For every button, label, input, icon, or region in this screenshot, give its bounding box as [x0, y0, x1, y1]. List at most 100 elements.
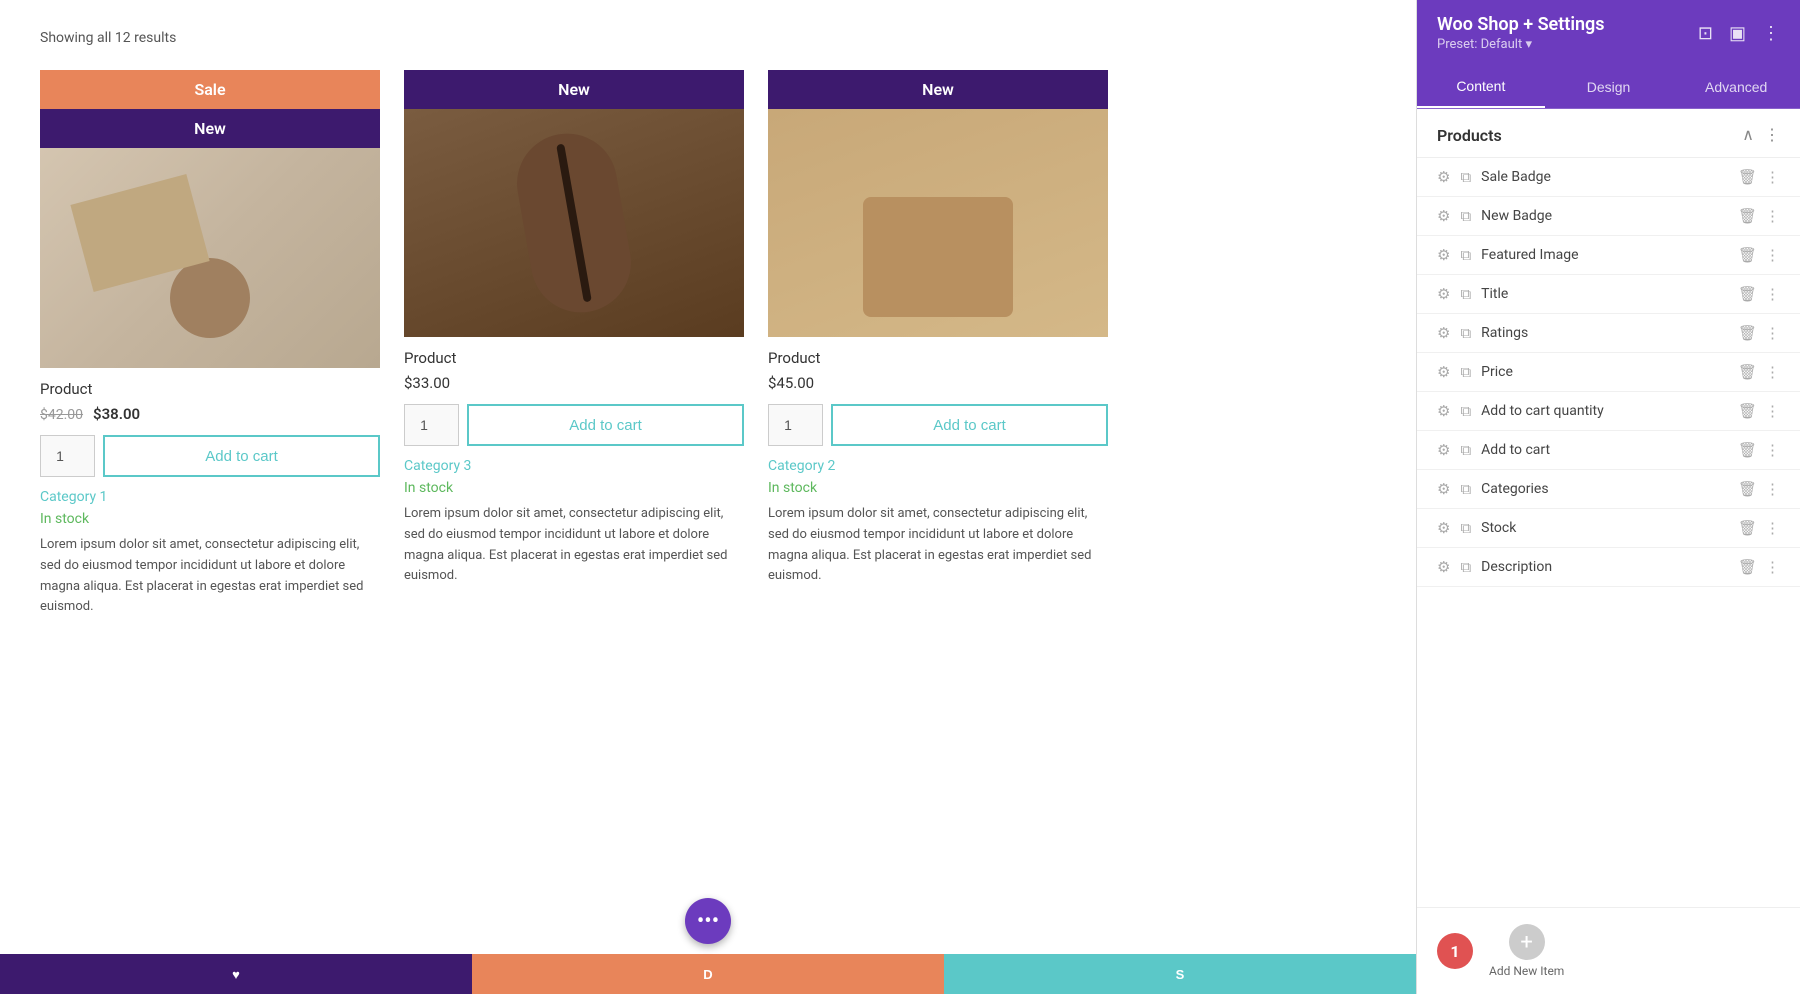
delete-btn-categories[interactable]: 🗑 — [1738, 480, 1757, 498]
product-info-1: Product $42.00 $38.00 Add to cart Catego… — [40, 368, 380, 630]
add-to-cart-row-1: Add to cart — [40, 435, 380, 477]
gear-icon-stock[interactable]: ⚙ — [1437, 519, 1450, 537]
copy-icon-categories[interactable]: ⧉ — [1460, 480, 1471, 498]
panel-title: Woo Shop + Settings — [1437, 14, 1605, 35]
delete-btn-description[interactable]: 🗑 — [1738, 558, 1757, 576]
copy-icon-new-badge[interactable]: ⧉ — [1460, 207, 1471, 225]
badge-new-2: New — [404, 70, 744, 109]
item-label-atc: Add to cart — [1481, 442, 1550, 458]
copy-icon-description[interactable]: ⧉ — [1460, 558, 1471, 576]
list-item-price: ⚙ ⧉ Price 🗑 ⋮ — [1417, 353, 1800, 392]
more-btn-description[interactable]: ⋮ — [1765, 558, 1780, 576]
qty-input-3[interactable] — [768, 404, 823, 446]
gear-icon-categories[interactable]: ⚙ — [1437, 480, 1450, 498]
add-to-cart-btn-2[interactable]: Add to cart — [467, 404, 744, 446]
delete-btn-price[interactable]: 🗑 — [1738, 363, 1757, 381]
product-name-3: Product — [768, 349, 1108, 367]
main-content: Showing all 12 results Sale New Product … — [0, 0, 1416, 994]
copy-icon-sale-badge[interactable]: ⧉ — [1460, 168, 1471, 186]
category-link-1[interactable]: Category 1 — [40, 489, 380, 505]
tab-design[interactable]: Design — [1545, 66, 1673, 108]
section-actions: ∧ ⋮ — [1742, 125, 1780, 145]
gear-icon-featured-image[interactable]: ⚙ — [1437, 246, 1450, 264]
more-btn-atc[interactable]: ⋮ — [1765, 441, 1780, 459]
panel-header: Woo Shop + Settings Preset: Default ▾ ⊡ … — [1417, 0, 1800, 66]
add-to-cart-row-2: Add to cart — [404, 404, 744, 446]
more-btn-featured-image[interactable]: ⋮ — [1765, 246, 1780, 264]
copy-icon-title[interactable]: ⧉ — [1460, 285, 1471, 303]
more-btn-categories[interactable]: ⋮ — [1765, 480, 1780, 498]
delete-btn-new-badge[interactable]: 🗑 — [1738, 207, 1757, 225]
section-title: Products — [1437, 126, 1502, 145]
gear-icon-title[interactable]: ⚙ — [1437, 285, 1450, 303]
bottom-btn-d[interactable]: D — [472, 954, 944, 994]
price-regular-3: $45.00 — [768, 374, 814, 392]
list-item-featured-image: ⚙ ⧉ Featured Image 🗑 ⋮ — [1417, 236, 1800, 275]
copy-icon-stock[interactable]: ⧉ — [1460, 519, 1471, 537]
gear-icon-atc[interactable]: ⚙ — [1437, 441, 1450, 459]
price-container-2: $33.00 — [404, 373, 744, 392]
section-more-btn[interactable]: ⋮ — [1764, 125, 1780, 145]
copy-icon-price[interactable]: ⧉ — [1460, 363, 1471, 381]
price-container-1: $42.00 $38.00 — [40, 404, 380, 423]
delete-btn-atc[interactable]: 🗑 — [1738, 441, 1757, 459]
add-new-item-icon[interactable]: + — [1509, 924, 1545, 960]
products-grid: Sale New Product $42.00 $38.00 Add to ca… — [40, 70, 1376, 630]
copy-icon-atc-qty[interactable]: ⧉ — [1460, 402, 1471, 420]
category-link-2[interactable]: Category 3 — [404, 458, 744, 474]
footer-badge[interactable]: 1 — [1437, 933, 1473, 969]
copy-icon-featured-image[interactable]: ⧉ — [1460, 246, 1471, 264]
bottom-btn-s[interactable]: S — [944, 954, 1416, 994]
gear-icon-atc-qty[interactable]: ⚙ — [1437, 402, 1450, 420]
gear-icon-ratings[interactable]: ⚙ — [1437, 324, 1450, 342]
more-btn-stock[interactable]: ⋮ — [1765, 519, 1780, 537]
item-label-featured-image: Featured Image — [1481, 247, 1578, 263]
product-info-3: Product $45.00 Add to cart Category 2 In… — [768, 337, 1108, 599]
more-btn-new-badge[interactable]: ⋮ — [1765, 207, 1780, 225]
more-btn-atc-qty[interactable]: ⋮ — [1765, 402, 1780, 420]
bottom-btn-heart[interactable]: ♥ — [0, 954, 472, 994]
copy-icon-ratings[interactable]: ⧉ — [1460, 324, 1471, 342]
product-card-3: New Product $45.00 Add to cart Category … — [768, 70, 1108, 599]
qty-input-2[interactable] — [404, 404, 459, 446]
delete-btn-atc-qty[interactable]: 🗑 — [1738, 402, 1757, 420]
more-icon-btn[interactable]: ⋮ — [1762, 23, 1780, 44]
gear-icon-new-badge[interactable]: ⚙ — [1437, 207, 1450, 225]
delete-btn-title[interactable]: 🗑 — [1738, 285, 1757, 303]
screen-icon-btn[interactable]: ⊡ — [1698, 23, 1713, 44]
bottom-bar: ♥ D S — [0, 954, 1416, 994]
delete-btn-stock[interactable]: 🗑 — [1738, 519, 1757, 537]
add-to-cart-btn-3[interactable]: Add to cart — [831, 404, 1108, 446]
price-container-3: $45.00 — [768, 373, 1108, 392]
add-new-item-row[interactable]: + Add New Item — [1489, 924, 1564, 978]
badge-new-3: New — [768, 70, 1108, 109]
gear-icon-sale-badge[interactable]: ⚙ — [1437, 168, 1450, 186]
badge-sale: Sale — [40, 70, 380, 109]
add-to-cart-btn-1[interactable]: Add to cart — [103, 435, 380, 477]
copy-icon-atc[interactable]: ⧉ — [1460, 441, 1471, 459]
list-item-add-to-cart-qty: ⚙ ⧉ Add to cart quantity 🗑 ⋮ — [1417, 392, 1800, 431]
qty-input-1[interactable] — [40, 435, 95, 477]
gear-icon-price[interactable]: ⚙ — [1437, 363, 1450, 381]
more-btn-price[interactable]: ⋮ — [1765, 363, 1780, 381]
delete-btn-ratings[interactable]: 🗑 — [1738, 324, 1757, 342]
fab-button[interactable]: ••• — [685, 898, 731, 944]
stock-2: In stock — [404, 480, 744, 496]
more-btn-sale-badge[interactable]: ⋮ — [1765, 168, 1780, 186]
section-collapse-btn[interactable]: ∧ — [1742, 125, 1754, 145]
list-item-ratings: ⚙ ⧉ Ratings 🗑 ⋮ — [1417, 314, 1800, 353]
more-btn-ratings[interactable]: ⋮ — [1765, 324, 1780, 342]
list-item-stock: ⚙ ⧉ Stock 🗑 ⋮ — [1417, 509, 1800, 548]
list-item-categories: ⚙ ⧉ Categories 🗑 ⋮ — [1417, 470, 1800, 509]
tab-content[interactable]: Content — [1417, 66, 1545, 108]
layout-icon-btn[interactable]: ▣ — [1729, 23, 1746, 44]
category-link-3[interactable]: Category 2 — [768, 458, 1108, 474]
tab-advanced[interactable]: Advanced — [1672, 66, 1800, 108]
delete-btn-sale-badge[interactable]: 🗑 — [1738, 168, 1757, 186]
add-to-cart-row-3: Add to cart — [768, 404, 1108, 446]
gear-icon-description[interactable]: ⚙ — [1437, 558, 1450, 576]
product-card-2: New Product $33.00 Add to cart Category … — [404, 70, 744, 599]
more-btn-title[interactable]: ⋮ — [1765, 285, 1780, 303]
add-new-item-label: Add New Item — [1489, 964, 1564, 978]
delete-btn-featured-image[interactable]: 🗑 — [1738, 246, 1757, 264]
